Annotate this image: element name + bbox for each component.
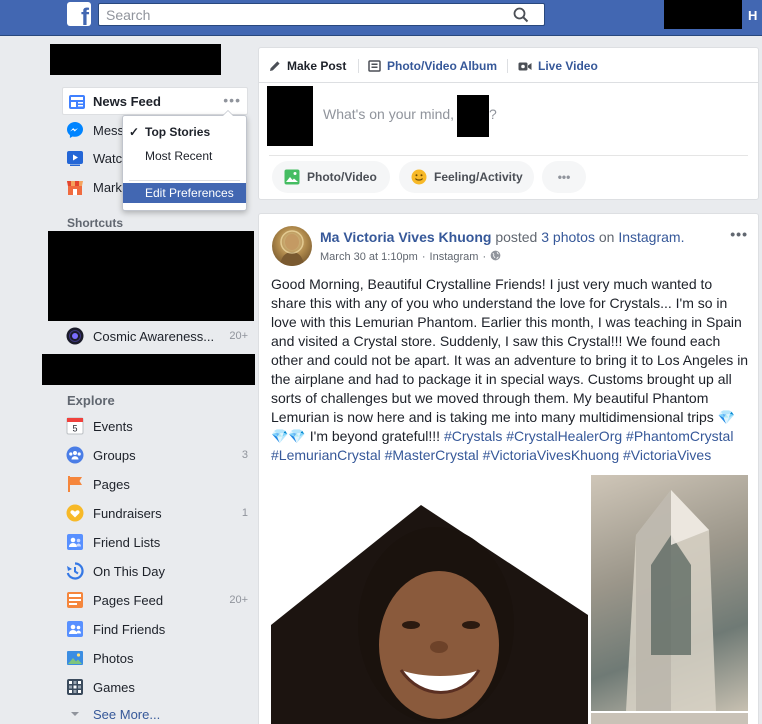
sidebar-item-groups[interactable]: Groups 3 [66,443,248,467]
sidebar-item-friend-lists[interactable]: Friend Lists [66,530,248,554]
hashtag-link[interactable]: #CrystalHealerOrg [506,428,622,444]
search-icon[interactable] [498,4,544,25]
hashtag-link[interactable]: #Crystals [444,428,502,444]
sidebar-item-news-feed[interactable]: News Feed ••• [62,87,248,115]
sidebar-item-pages[interactable]: Pages [66,472,248,496]
redacted-user-name[interactable] [50,44,221,75]
menu-item-top-stories[interactable]: ✓ Top Stories [123,122,246,142]
sidebar-see-more[interactable]: See More... [66,702,248,724]
sidebar-item-label: News Feed [93,94,161,109]
shortcuts-heading: Shortcuts [67,216,124,230]
sidebar-item-pages-feed[interactable]: Pages Feed 20+ [66,588,248,612]
post-composer: Make Post Photo/Video Album Live Video W… [258,47,759,200]
clock-icon [66,562,84,580]
search-input[interactable] [99,4,499,25]
sidebar-item-games[interactable]: Games [66,675,248,699]
sidebar-item-find-friends[interactable]: Find Friends [66,617,248,641]
group-avatar-icon [66,327,84,345]
post-photo-crystal[interactable] [591,475,748,711]
divider [259,82,758,83]
sidebar-item-photos[interactable]: Photos [66,646,248,670]
redacted-shortcut[interactable] [42,354,255,385]
news-feed-sort-menu: ✓ Top Stories Most Recent Edit Preferenc… [122,110,247,211]
checkmark-icon: ✓ [129,125,140,139]
sidebar-item-fundraisers[interactable]: Fundraisers 1 [66,501,248,525]
redacted-profile[interactable] [664,0,742,29]
status-input[interactable]: What's on your mind, [323,106,454,122]
tab-divider [358,59,359,73]
post-body: Good Morning, Beautiful Crystalline Frie… [271,276,749,463]
hashtag-link[interactable]: #PhantomCrystal [626,428,733,444]
author-name[interactable]: Ma Victoria Vives Khuong [320,229,491,245]
divider [269,155,748,156]
post-timestamp[interactable]: March 30 at 1:10pm [320,251,418,263]
menu-item-edit-preferences[interactable]: Edit Preferences [123,183,246,203]
redacted-first-name [457,95,489,137]
tab-divider [507,59,508,73]
video-camera-icon [518,61,532,72]
post-via[interactable]: Instagram [430,251,479,263]
chevron-down-icon [66,705,84,723]
pencil-icon [269,60,281,72]
more-actions-button[interactable]: ••• [542,161,586,193]
hashtag-link[interactable]: #VictoriaVives [623,447,711,463]
more-options-icon[interactable]: ••• [223,92,241,108]
tab-make-post[interactable]: Make Post [269,58,346,74]
author-avatar[interactable] [272,226,312,266]
marketplace-icon [66,178,84,196]
photos-icon [66,649,84,667]
photo-icon [284,169,300,185]
pages-feed-icon [66,591,84,609]
hashtag-link[interactable]: #LemurianCrystal [271,447,381,463]
post-options-button[interactable]: ••• [730,226,748,242]
facebook-logo-icon[interactable]: f [67,2,91,26]
smiley-icon [411,169,427,185]
sidebar-item-events[interactable]: 5 Events [66,414,248,438]
globe-icon [490,250,501,264]
post-photo-third[interactable] [591,713,748,724]
hashtag-link[interactable]: #MasterCrystal [385,447,479,463]
post-header: Ma Victoria Vives Khuong posted 3 photos… [320,229,685,245]
flag-icon [66,475,84,493]
redacted-shortcuts[interactable] [48,231,254,321]
fundraiser-icon [66,504,84,522]
photo-video-button[interactable]: Photo/Video [272,161,390,193]
games-icon [66,678,84,696]
friend-list-icon [66,533,84,551]
top-bar: f H [0,0,762,36]
album-icon [368,60,381,72]
menu-divider [129,180,240,181]
find-friends-icon [66,620,84,638]
calendar-icon: 5 [66,417,84,435]
messenger-icon [66,121,84,139]
source-link[interactable]: Instagram. [618,229,684,245]
post-photo-portrait[interactable] [271,475,588,724]
tab-live-video[interactable]: Live Video [518,58,598,74]
menu-item-most-recent[interactable]: Most Recent [123,146,246,166]
feed-post: Ma Victoria Vives Khuong posted 3 photos… [258,213,759,724]
feeling-activity-button[interactable]: Feeling/Activity [399,161,534,193]
news-feed-icon [68,93,86,114]
home-link[interactable]: H [748,8,757,23]
explore-heading: Explore [67,393,115,408]
status-input-end: ? [489,106,497,122]
photos-link[interactable]: 3 photos [541,229,595,245]
hashtag-link[interactable]: #VictoriaVivesKhuong [483,447,619,463]
sidebar-item-on-this-day[interactable]: On This Day [66,559,248,583]
groups-icon [66,446,84,464]
watch-icon [66,149,84,167]
svg-text:5: 5 [72,424,77,434]
redacted-avatar[interactable] [267,86,313,146]
sidebar-item-cosmic-awareness[interactable]: Cosmic Awareness... 20+ [66,324,248,348]
post-meta: March 30 at 1:10pm · Instagram · [320,250,501,264]
search-box[interactable] [98,3,545,26]
tab-photo-video-album[interactable]: Photo/Video Album [368,58,497,74]
